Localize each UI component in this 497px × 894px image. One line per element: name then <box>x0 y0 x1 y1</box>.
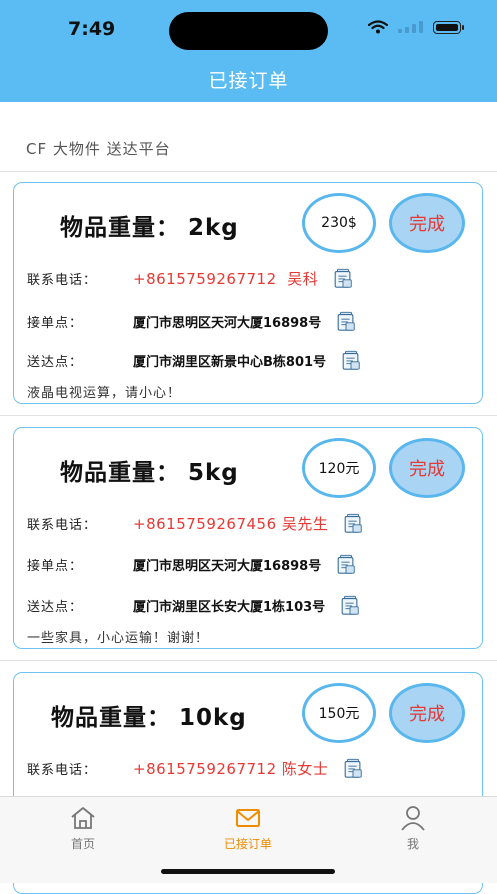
delivery-address: 厦门市湖里区新景中心B栋801号 <box>133 354 327 370</box>
weight-value: 10kg <box>179 705 247 731</box>
order-note: 液晶电视运算，请小心！ <box>27 386 182 401</box>
copy-icon[interactable] <box>342 757 364 779</box>
pickup-label: 接单点： <box>27 315 84 331</box>
status-icons <box>368 20 464 34</box>
weight-value: 5kg <box>188 460 239 486</box>
home-indicator <box>161 869 335 874</box>
weight-label: 物品重量： 2kg <box>60 215 239 241</box>
pickup-row: 接单点： 厦门市思明区天河大厦16898号 <box>27 552 357 576</box>
copy-icon[interactable] <box>340 349 362 371</box>
pickup-label: 接单点： <box>27 558 84 574</box>
divider <box>0 415 497 416</box>
order-card: 物品重量： 2kg 230$ 完成 联系电话： +8615759267712 吴科… <box>13 182 483 404</box>
phone-row: 联系电话： +8615759267456 吴先生 <box>27 511 364 535</box>
complete-button[interactable]: 完成 <box>389 683 465 743</box>
battery-icon <box>433 20 464 34</box>
delivery-label: 送达点： <box>27 599 84 615</box>
header: 7:49 已接订单 <box>0 0 497 102</box>
tab-label: 已接订单 <box>223 837 272 851</box>
page-title: 已接订单 <box>208 70 289 92</box>
price-badge: 150元 <box>302 683 376 743</box>
copy-icon[interactable] <box>332 267 354 289</box>
tab-home[interactable]: 首页 <box>23 803 143 852</box>
mail-icon <box>236 809 260 827</box>
delivery-row: 送达点： 厦门市湖里区新景中心B栋801号 <box>27 348 362 372</box>
order-note: 一些家具，小心运输！谢谢！ <box>27 631 210 646</box>
tab-accepted-orders[interactable]: 已接订单 <box>188 803 308 852</box>
phone-number[interactable]: +8615759267712 陈女士 <box>133 758 328 779</box>
phone-label: 联系电话： <box>27 762 98 778</box>
weight-label: 物品重量： 5kg <box>60 460 239 486</box>
status-time: 7:49 <box>68 18 116 40</box>
phone-number[interactable]: +8615759267712 吴科 <box>133 268 318 289</box>
phone-row: 联系电话： +8615759267712 吴科 <box>27 266 354 290</box>
divider <box>0 660 497 661</box>
pickup-address: 厦门市思明区天河大厦16898号 <box>133 315 322 331</box>
person-icon <box>401 806 425 831</box>
home-icon <box>71 807 95 829</box>
dynamic-island <box>169 12 328 50</box>
phone-row: 联系电话： +8615759267712 陈女士 <box>27 756 364 780</box>
price-badge: 120元 <box>302 438 376 498</box>
delivery-address: 厦门市湖里区长安大厦1栋103号 <box>133 599 326 615</box>
weight-label: 物品重量： 10kg <box>51 705 247 731</box>
pickup-row: 接单点： 厦门市思明区天河大厦16898号 <box>27 309 357 333</box>
delivery-label: 送达点： <box>27 354 84 370</box>
pickup-address: 厦门市思明区天河大厦16898号 <box>133 558 322 574</box>
tab-label: 我 <box>406 837 419 851</box>
copy-icon[interactable] <box>342 512 364 534</box>
order-card: 物品重量： 5kg 120元 完成 联系电话： +8615759267456 吴先… <box>13 427 483 649</box>
price-badge: 230$ <box>302 193 376 253</box>
platform-title: CF 大物件 送达平台 <box>26 140 171 158</box>
phone-number[interactable]: +8615759267456 吴先生 <box>133 513 328 534</box>
copy-icon[interactable] <box>339 594 361 616</box>
copy-icon[interactable] <box>335 310 357 332</box>
phone-label: 联系电话： <box>27 517 98 533</box>
signal-icon <box>398 21 423 33</box>
divider <box>0 171 497 172</box>
phone-label: 联系电话： <box>27 272 98 288</box>
weight-value: 2kg <box>188 215 239 241</box>
complete-button[interactable]: 完成 <box>389 193 465 253</box>
complete-button[interactable]: 完成 <box>389 438 465 498</box>
tab-me[interactable]: 我 <box>353 803 473 852</box>
copy-icon[interactable] <box>335 553 357 575</box>
wifi-icon <box>368 20 388 34</box>
delivery-row: 送达点： 厦门市湖里区长安大厦1栋103号 <box>27 593 361 617</box>
tab-label: 首页 <box>70 837 95 851</box>
